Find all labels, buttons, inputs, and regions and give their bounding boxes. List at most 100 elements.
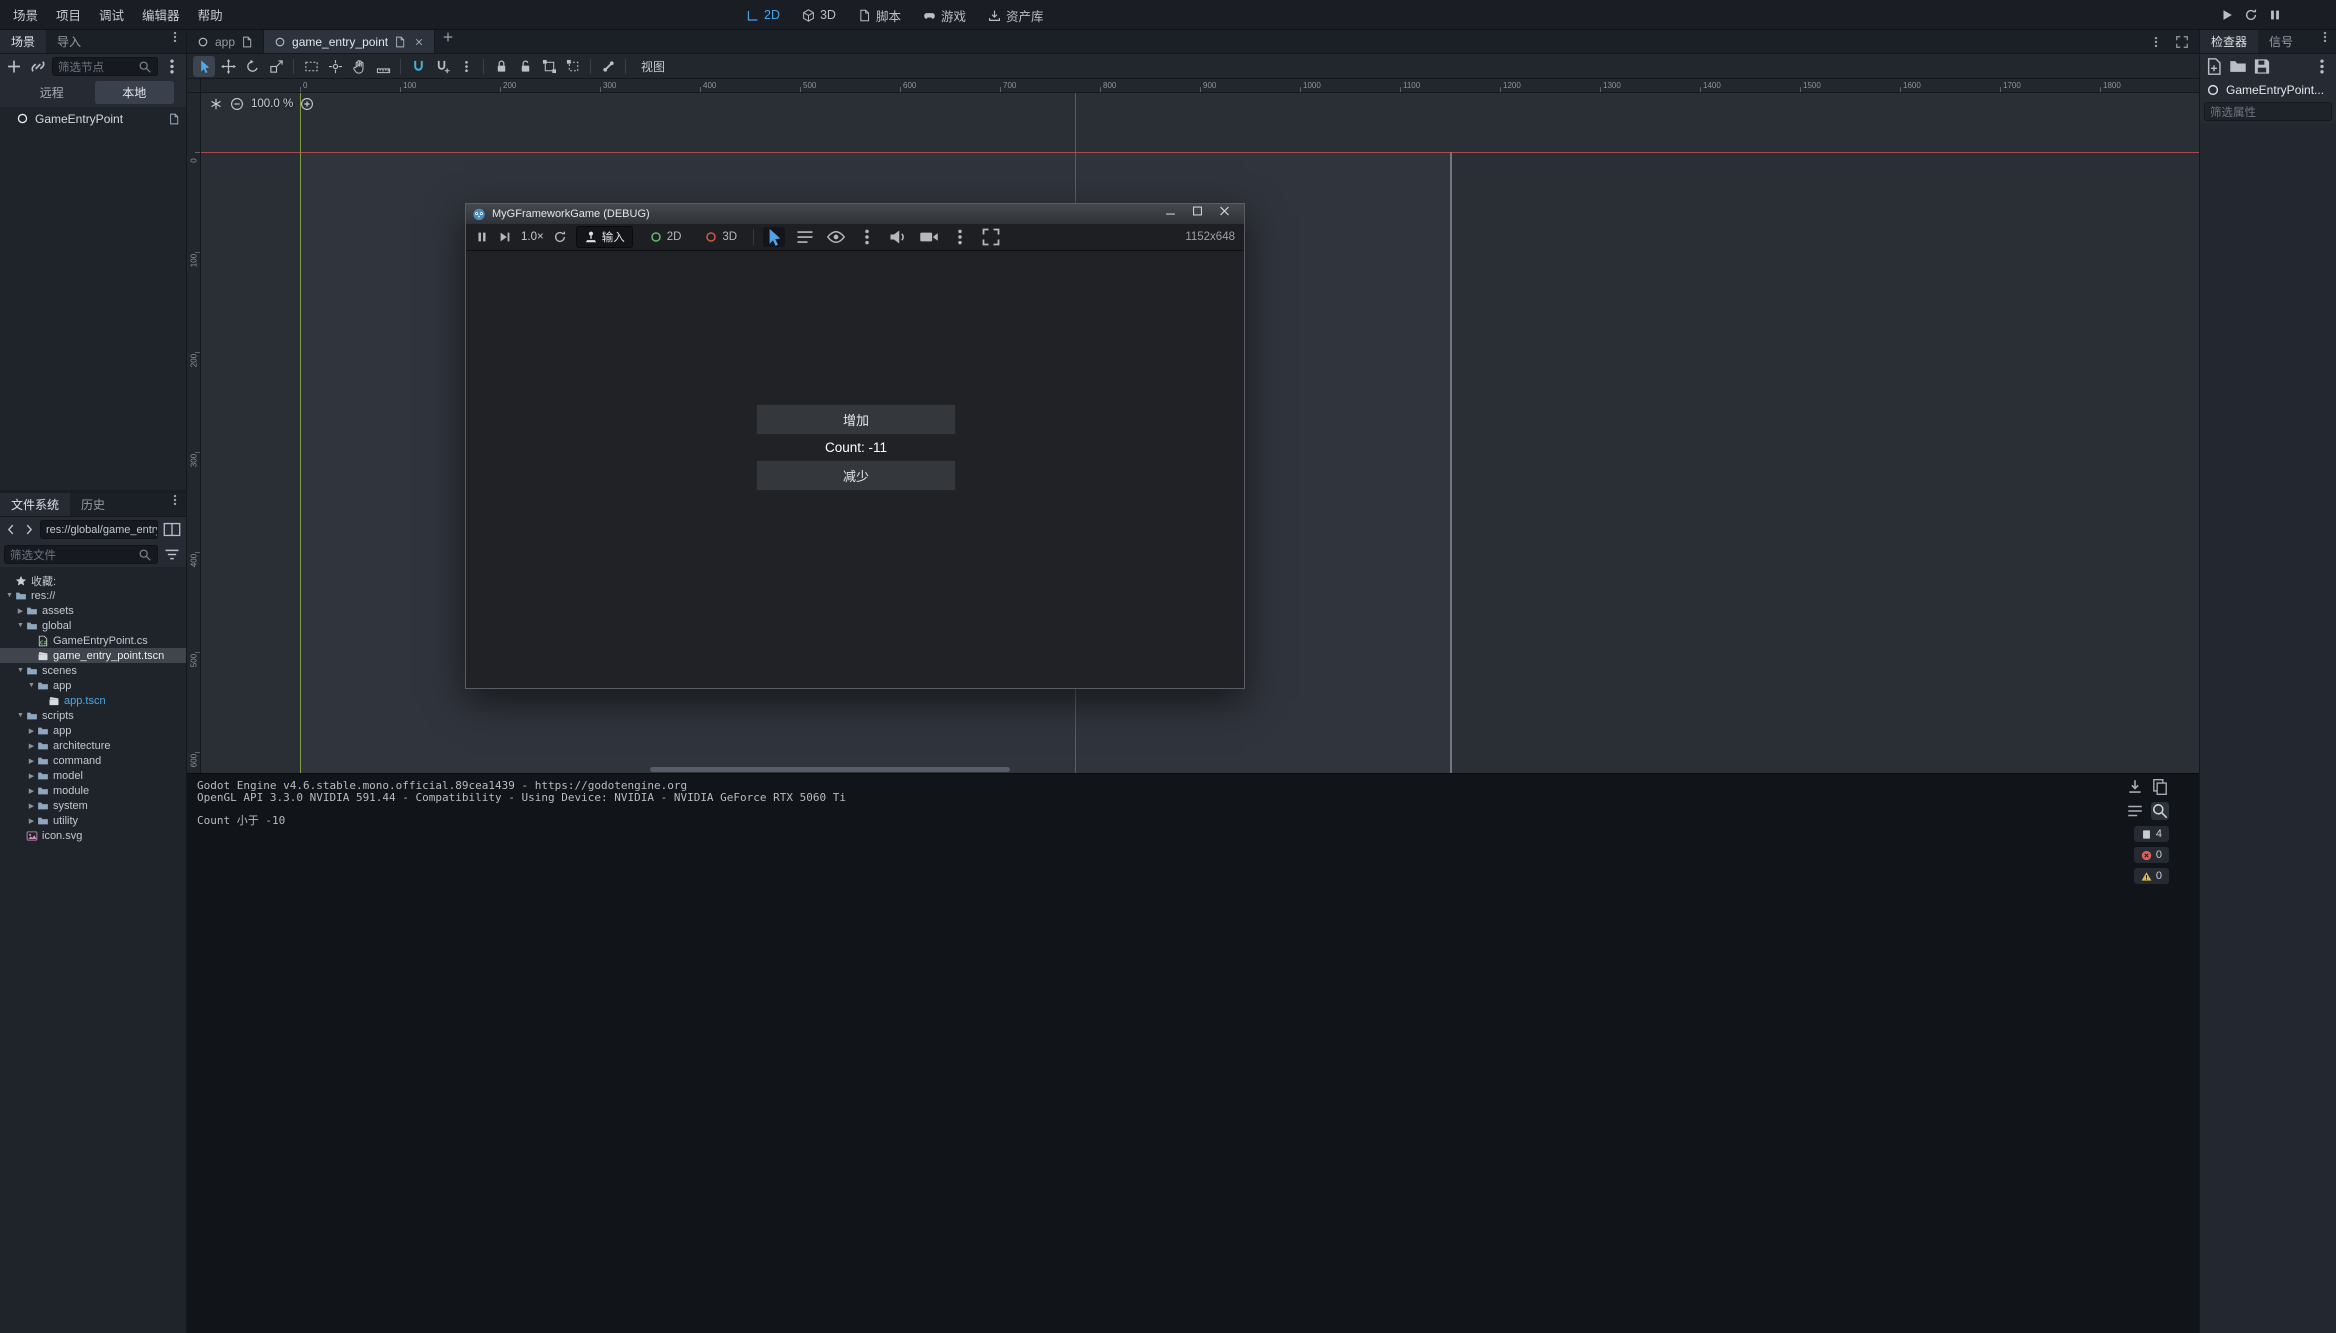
scene-dock-menu-button[interactable] (164, 30, 186, 44)
grid-snap-toggle[interactable] (431, 56, 453, 77)
expand-arrow-icon[interactable]: ▼ (15, 712, 26, 719)
view-menu[interactable]: 视图 (632, 58, 674, 75)
select-tool[interactable] (193, 56, 215, 77)
scene-dock-tab-0[interactable]: 场景 (0, 30, 46, 53)
ruler-tool[interactable] (372, 56, 394, 77)
local-tab[interactable]: 本地 (95, 81, 175, 104)
inspector-dock-tab-0[interactable]: 检查器 (2200, 30, 2258, 53)
workspace-game[interactable]: 游戏 (915, 3, 974, 28)
run-pause-button[interactable] (2268, 8, 2282, 22)
save-log-button[interactable] (2126, 778, 2144, 796)
pick-node-button[interactable] (763, 227, 785, 247)
copy-log-button[interactable] (2151, 778, 2169, 796)
filesystem-dock-tab-1[interactable]: 历史 (70, 493, 116, 516)
workspace-3d[interactable]: 3D (794, 5, 844, 25)
skeleton-menu[interactable] (597, 56, 619, 77)
warning-count-badge[interactable]: 0 (2134, 868, 2169, 884)
fs-item-global[interactable]: ▼global (0, 618, 186, 633)
embed-fullscreen-button[interactable] (980, 227, 1002, 247)
close-button[interactable] (1211, 204, 1238, 218)
menu-project[interactable]: 项目 (47, 1, 90, 28)
camera-options-menu[interactable] (949, 227, 971, 247)
camera-override-button[interactable] (918, 227, 940, 247)
filter-properties-input[interactable]: 筛选属性 (2204, 102, 2332, 121)
inspector-dock-tab-1[interactable]: 信号 (2258, 30, 2304, 53)
node-list-button[interactable] (794, 227, 816, 247)
scene-tab-game_entry_point[interactable]: game_entry_point (264, 30, 435, 53)
filesystem-dock-tab-0[interactable]: 文件系统 (0, 493, 70, 516)
expand-arrow-icon[interactable]: ▶ (26, 802, 37, 810)
unlock-button[interactable] (514, 56, 536, 77)
filter-files-input[interactable]: 筛选文件 (4, 545, 158, 564)
expand-arrow-icon[interactable]: ▶ (15, 607, 26, 615)
message-count-badge[interactable]: 4 (2134, 826, 2169, 842)
select-region-tool[interactable] (300, 56, 322, 77)
menu-help[interactable]: 帮助 (189, 1, 232, 28)
error-count-badge[interactable]: 0 (2134, 847, 2169, 863)
fs-item-utility[interactable]: ▶utility (0, 813, 186, 828)
remote-tab[interactable]: 远程 (12, 81, 92, 104)
fs-item-game-entry-point-tscn[interactable]: game_entry_point.tscn (0, 648, 186, 663)
sort-files-button[interactable] (162, 545, 182, 564)
history-back-button[interactable] (4, 520, 18, 539)
current-path-field[interactable]: res://global/game_entry_p (40, 520, 158, 539)
minimize-button[interactable] (1157, 204, 1184, 218)
zoom-level[interactable]: 100.0 % (251, 98, 293, 110)
zoom-in-button[interactable] (300, 97, 314, 111)
decrease-button[interactable]: 减少 (756, 460, 956, 491)
history-forward-button[interactable] (22, 520, 36, 539)
fs-item-res-root[interactable]: ▼res:// (0, 588, 186, 603)
reset-speed-button[interactable] (553, 230, 567, 244)
expand-arrow-icon[interactable]: ▶ (26, 787, 37, 795)
canvas-2d[interactable]: 100.0 % MyGFrameworkGame (DEBUG) (201, 93, 2199, 773)
fs-item-scripts[interactable]: ▼scripts (0, 708, 186, 723)
rotate-tool[interactable] (241, 56, 263, 77)
visibility-button[interactable] (825, 227, 847, 247)
open-script-icon[interactable] (168, 113, 180, 125)
expand-arrow-icon[interactable]: ▼ (15, 622, 26, 629)
speed-menu[interactable]: 1.0× (521, 231, 544, 243)
expand-arrow-icon[interactable]: ▼ (15, 667, 26, 674)
distraction-free-button[interactable] (2171, 35, 2193, 49)
workspace-2d[interactable]: 2D (738, 5, 788, 25)
game-window-titlebar[interactable]: MyGFrameworkGame (DEBUG) (466, 204, 1244, 224)
workspace-script[interactable]: 脚本 (850, 3, 909, 28)
fs-item-assets[interactable]: ▶assets (0, 603, 186, 618)
toggle-split-mode-button[interactable] (162, 520, 182, 539)
expand-arrow-icon[interactable]: ▶ (26, 742, 37, 750)
instance-scene-button[interactable] (28, 57, 48, 76)
menu-debug[interactable]: 调试 (90, 1, 133, 28)
fs-item-scenes-app[interactable]: ▼app (0, 678, 186, 693)
add-node-button[interactable] (4, 57, 24, 76)
mode-2d-button[interactable]: 2D (642, 228, 689, 246)
expand-arrow-icon[interactable]: ▶ (26, 757, 37, 765)
filesystem-menu-button[interactable] (164, 493, 186, 507)
expand-arrow-icon[interactable]: ▶ (26, 727, 37, 735)
inspector-dock-menu-button[interactable] (2314, 30, 2336, 44)
center-view-icon[interactable] (209, 97, 223, 111)
fs-item-app-tscn[interactable]: app.tscn (0, 693, 186, 708)
pick-options-menu[interactable] (856, 227, 878, 247)
run-reload-button[interactable] (2244, 8, 2258, 22)
save-resource-button[interactable] (2252, 57, 2272, 76)
load-resource-button[interactable] (2228, 57, 2248, 76)
snap-options-menu[interactable] (455, 56, 477, 77)
fs-item-icon-svg[interactable]: icon.svg (0, 828, 186, 843)
fs-item-gameentrypoint-cs[interactable]: C#GameEntryPoint.cs (0, 633, 186, 648)
group-button[interactable] (538, 56, 560, 77)
pan-tool[interactable] (348, 56, 370, 77)
fs-item-scenes[interactable]: ▼scenes (0, 663, 186, 678)
scene-tabs-menu-button[interactable] (2145, 35, 2167, 49)
suspend-button[interactable] (475, 230, 489, 244)
maximize-button[interactable] (1184, 204, 1211, 218)
close-tab-button[interactable] (414, 37, 424, 47)
lock-button[interactable] (490, 56, 512, 77)
scene-tree-menu-button[interactable] (162, 57, 182, 76)
fs-item-scripts-app[interactable]: ▶app (0, 723, 186, 738)
workspace-assetlib[interactable]: 资产库 (980, 3, 1052, 28)
increase-button[interactable]: 增加 (756, 404, 956, 435)
fs-item-architecture[interactable]: ▶architecture (0, 738, 186, 753)
filter-nodes-input[interactable]: 筛选节点 (52, 57, 158, 76)
fs-item-command[interactable]: ▶command (0, 753, 186, 768)
zoom-out-button[interactable] (230, 97, 244, 111)
